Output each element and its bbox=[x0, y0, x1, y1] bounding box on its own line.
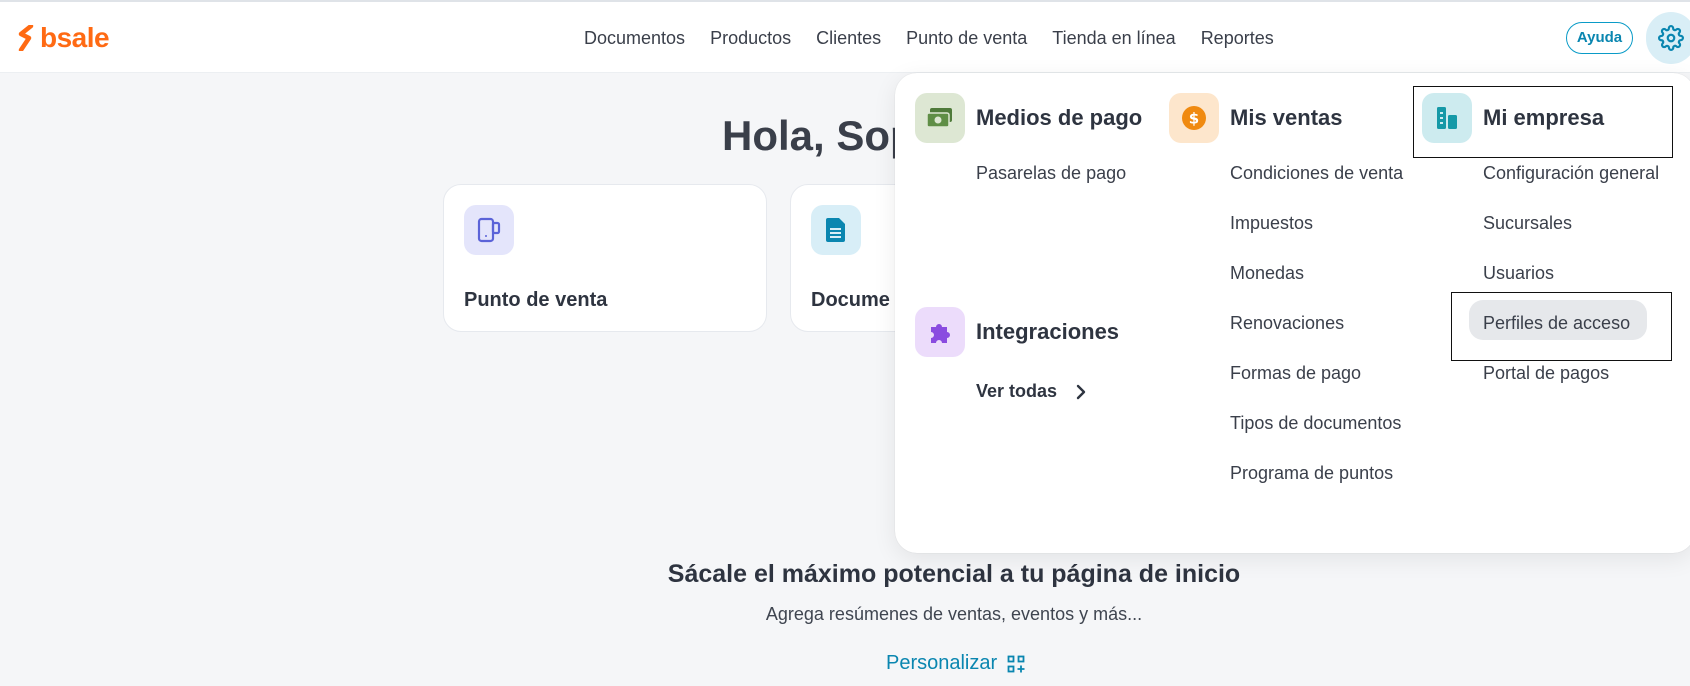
settings-button[interactable] bbox=[1646, 12, 1690, 64]
settings-dropdown-menu: Medios de pago Pasarelas de pago Integra… bbox=[895, 73, 1690, 553]
section-title: Integraciones bbox=[976, 319, 1120, 344]
personalize-label: Personalizar bbox=[886, 652, 998, 674]
see-all-integrations-link[interactable]: Ver todas bbox=[976, 381, 1087, 402]
nav-tienda-en-linea[interactable]: Tienda en línea bbox=[1052, 26, 1175, 50]
pos-device-icon bbox=[464, 205, 514, 255]
brand-name: bsale bbox=[40, 22, 110, 53]
nav-punto-de-venta[interactable]: Punto de venta bbox=[906, 26, 1027, 50]
menu-link-configuracion-general[interactable]: Configuración general bbox=[1483, 162, 1659, 184]
menu-link-sucursales[interactable]: Sucursales bbox=[1483, 212, 1572, 234]
promo-title: Sácale el máximo potencial a tu página d… bbox=[667, 560, 1241, 588]
menu-link-portal-de-pagos[interactable]: Portal de pagos bbox=[1483, 362, 1609, 384]
menu-link-programa-de-puntos[interactable]: Programa de puntos bbox=[1230, 462, 1393, 484]
menu-link-perfiles-de-acceso[interactable]: Perfiles de acceso bbox=[1483, 312, 1630, 334]
section-title: Mi empresa bbox=[1483, 105, 1605, 130]
menu-link-formas-de-pago[interactable]: Formas de pago bbox=[1230, 362, 1361, 384]
nav-documentos[interactable]: Documentos bbox=[584, 26, 685, 50]
building-icon bbox=[1422, 93, 1472, 143]
dollar-coin-icon: $ bbox=[1169, 93, 1219, 143]
card-punto-de-venta[interactable]: Punto de venta bbox=[443, 184, 767, 332]
bsale-logo-mark-icon bbox=[18, 25, 34, 51]
help-button[interactable]: Ayuda bbox=[1566, 22, 1633, 54]
document-icon bbox=[811, 205, 861, 255]
chevron-right-icon bbox=[1076, 384, 1086, 399]
main-nav: Documentos Productos Clientes Punto de v… bbox=[584, 26, 1299, 50]
svg-text:$: $ bbox=[1189, 110, 1199, 128]
nav-reportes[interactable]: Reportes bbox=[1201, 26, 1274, 50]
brand-logo[interactable]: bsale bbox=[18, 22, 110, 54]
personalize-link[interactable]: Personalizar bbox=[886, 652, 1025, 675]
section-title: Medios de pago bbox=[976, 105, 1143, 130]
gear-icon bbox=[1658, 25, 1684, 51]
menu-link-renovaciones[interactable]: Renovaciones bbox=[1230, 312, 1344, 334]
menu-link-usuarios[interactable]: Usuarios bbox=[1483, 262, 1554, 284]
top-navigation-bar: bsale Documentos Productos Clientes Punt… bbox=[0, 2, 1690, 73]
money-icon bbox=[915, 93, 965, 143]
nav-productos[interactable]: Productos bbox=[710, 26, 791, 50]
see-all-label: Ver todas bbox=[976, 381, 1058, 401]
section-title: Mis ventas bbox=[1230, 105, 1343, 130]
menu-link-monedas[interactable]: Monedas bbox=[1230, 262, 1304, 284]
menu-link-pasarelas-de-pago[interactable]: Pasarelas de pago bbox=[976, 162, 1126, 184]
greeting-heading: Hola, Sop bbox=[722, 112, 916, 159]
menu-link-condiciones-de-venta[interactable]: Condiciones de venta bbox=[1230, 162, 1403, 184]
puzzle-icon bbox=[915, 307, 965, 357]
menu-link-impuestos[interactable]: Impuestos bbox=[1230, 212, 1313, 234]
promo-subtitle: Agrega resúmenes de ventas, eventos y má… bbox=[765, 604, 1143, 624]
nav-clientes[interactable]: Clientes bbox=[816, 26, 881, 50]
customize-grid-icon bbox=[1007, 655, 1025, 672]
menu-link-tipos-de-documentos[interactable]: Tipos de documentos bbox=[1230, 412, 1401, 434]
card-title: Punto de venta bbox=[464, 289, 608, 311]
card-title: Docume bbox=[811, 289, 890, 311]
